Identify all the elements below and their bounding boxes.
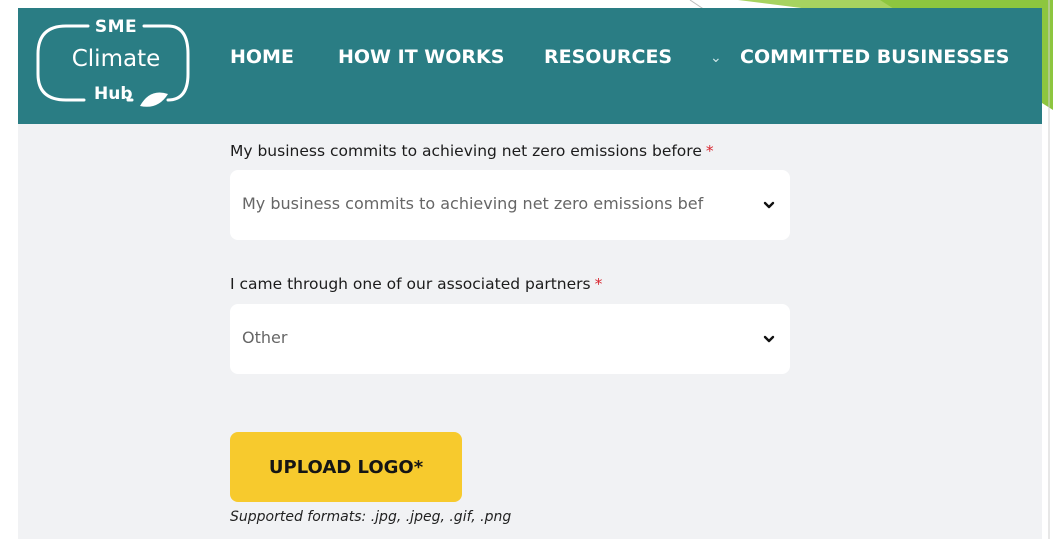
nav-home[interactable]: HOME [230, 46, 294, 68]
required-asterisk: * [705, 142, 714, 160]
partner-label: I came through one of our associated par… [230, 275, 602, 293]
net-zero-label: My business commits to achieving net zer… [230, 142, 714, 160]
nav-how-it-works[interactable]: HOW IT WORKS [338, 46, 504, 68]
resources-chevron-down-icon[interactable]: ⌄ [710, 50, 722, 66]
nav-committed-businesses[interactable]: COMMITTED BUSINESSES [740, 46, 1009, 68]
partner-select[interactable]: Other [230, 304, 790, 374]
logo-sme-text: SME [94, 17, 138, 37]
net-zero-label-text: My business commits to achieving net zer… [230, 142, 702, 160]
partner-label-text: I came through one of our associated par… [230, 275, 591, 293]
nav-resources[interactable]: RESOURCES [544, 46, 672, 68]
website-frame: SME Climate Hub HOME HOW IT WORKS RESOUR… [18, 8, 1042, 539]
logo-hub-text: Hub [94, 84, 133, 104]
net-zero-select-value: My business commits to achieving net zer… [242, 194, 704, 213]
partner-select-value: Other [242, 328, 288, 347]
upload-logo-button[interactable]: UPLOAD LOGO* [230, 432, 462, 502]
logo-climate-text: Climate [71, 46, 161, 72]
chevron-down-icon [763, 335, 775, 343]
required-asterisk: * [594, 275, 603, 293]
site-header: SME Climate Hub HOME HOW IT WORKS RESOUR… [18, 8, 1042, 124]
net-zero-select[interactable]: My business commits to achieving net zer… [230, 170, 790, 240]
supported-formats-note: Supported formats: .jpg, .jpeg, .gif, .p… [230, 509, 512, 525]
site-logo[interactable]: SME Climate Hub [32, 14, 200, 118]
chevron-down-icon [763, 201, 775, 209]
